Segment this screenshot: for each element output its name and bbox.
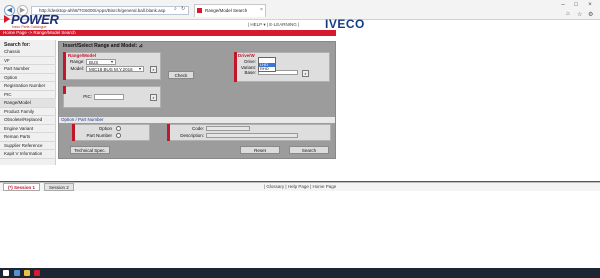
pic-input[interactable] (94, 94, 124, 100)
footer-links[interactable]: | Glossary | Help Page | Home Page (264, 184, 336, 189)
sidebar-item-product-family[interactable]: Product Family (0, 108, 56, 116)
part-number-radio[interactable] (116, 133, 121, 138)
part-number-radio-label: Part Number (86, 133, 112, 138)
sidebar-item-reman-parts[interactable]: Reman Parts (0, 133, 56, 142)
session-divider (0, 181, 600, 182)
sidebar-item-option[interactable]: Option (0, 74, 56, 82)
sidebar-item-registration-number[interactable]: Registration Number (0, 82, 56, 91)
option-radio-label: Option (98, 126, 112, 131)
code-input[interactable] (206, 126, 250, 131)
chevron-down-icon[interactable]: ▾ (139, 66, 141, 71)
tab-favicon-icon (197, 8, 202, 13)
reset-button[interactable]: Reset (240, 146, 280, 154)
tab-session-2[interactable]: Session 2 (44, 183, 74, 191)
close-window-icon[interactable]: × (585, 0, 595, 10)
description-label: Description: (180, 133, 204, 138)
binoculars-icon[interactable]: ⌕ (302, 70, 309, 77)
group-marker (72, 124, 75, 141)
header-links[interactable]: | HELP ▾ | E-LEARNING | (248, 22, 299, 28)
maximize-icon[interactable]: □ (571, 0, 581, 10)
folder-icon[interactable] (24, 270, 30, 276)
group-marker (63, 86, 66, 94)
taskbar-app-icon[interactable] (14, 270, 20, 276)
power-app-icon[interactable] (34, 270, 40, 276)
refresh-icon[interactable]: ↻ (181, 6, 185, 12)
tab-session-1[interactable]: (*) Session 1 (3, 183, 41, 191)
sidebar-item-obsolete-replaced[interactable]: Obsolete/Replaced (0, 116, 56, 125)
option-radio[interactable] (116, 126, 121, 131)
range-label: Range: (70, 59, 85, 64)
sidebar-item-kapit-information[interactable]: Kapit V Information (0, 150, 56, 159)
model-select[interactable]: MIC18 BUS M.Y.2016 (86, 66, 144, 72)
pic-label: PIC: (83, 94, 92, 99)
sidebar-item-part-number[interactable]: Part Number (0, 65, 56, 74)
minimize-icon[interactable]: – (558, 0, 568, 10)
tab-close-icon[interactable]: × (260, 7, 263, 13)
drive-title: Drive/W (238, 53, 255, 58)
chevron-down-icon[interactable]: ▾ (111, 59, 113, 64)
description-input[interactable] (206, 133, 298, 138)
sidebar-item-chassis[interactable]: Chassis (0, 48, 56, 57)
app-logo-subtitle: Iveco Parts Catalogue (12, 25, 47, 29)
group-marker (234, 52, 237, 82)
sidebar-item-pic[interactable]: PIC (0, 91, 56, 99)
base-label: Base: (244, 70, 256, 75)
star-icon[interactable]: ☆ (577, 11, 582, 18)
sidebar-item-engine-variant[interactable]: Engine Variant (0, 125, 56, 133)
gear-icon[interactable]: ⚙ (588, 11, 593, 18)
browser-tab[interactable]: Range/Model Search (194, 4, 266, 17)
group-marker (63, 52, 66, 80)
binoculars-icon[interactable]: ⌕ (150, 94, 157, 101)
dropdown-option[interactable]: RHD (259, 66, 275, 72)
sidebar-item-vf[interactable]: VF (0, 57, 56, 65)
logo-mark-icon (3, 14, 11, 24)
start-icon[interactable] (3, 270, 9, 276)
model-label: Model: (70, 66, 84, 71)
taskbar (0, 268, 600, 278)
breadcrumb[interactable]: Home Page -> Range/Model Search (3, 30, 76, 36)
drive-label: Drive: (244, 59, 256, 64)
brand-logo: IVECO (325, 17, 365, 31)
range-model-title: Range/Model (68, 53, 97, 58)
home-icon[interactable]: ⌂ (566, 11, 570, 17)
code-label: Code: (191, 126, 204, 131)
drive-dropdown[interactable]: LHD RHD (258, 57, 276, 72)
main-title: Insert/Select Range and Model: ⊿ (63, 43, 143, 49)
option-section-title: Option / Part Number (61, 117, 104, 122)
sidebar-item-supplier-reference[interactable]: Supplier Reference (0, 142, 56, 150)
technical-spec-button[interactable]: Technical Spec. (70, 146, 110, 154)
binoculars-icon[interactable]: ⌕ (150, 66, 157, 73)
sidebar-item-range-model[interactable]: Range/Model (0, 99, 56, 108)
app-header (0, 20, 600, 30)
search-button[interactable]: Search (289, 146, 329, 154)
check-button[interactable]: Check (168, 71, 194, 79)
search-icon[interactable]: ⌕ (174, 6, 177, 12)
